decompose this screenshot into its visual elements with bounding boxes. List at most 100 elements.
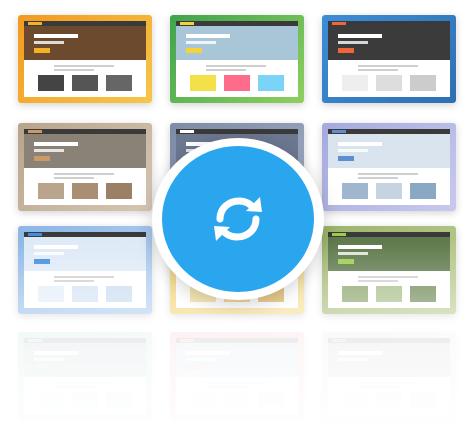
sync-button[interactable]	[162, 146, 314, 292]
preview-text-line	[358, 386, 398, 388]
preview-hero-t1	[34, 142, 78, 146]
preview-hero-cta	[34, 365, 50, 370]
preview-hero-t1	[186, 34, 230, 38]
template-thumbnail-4[interactable]	[18, 123, 152, 211]
preview-text-line	[358, 69, 398, 71]
preview-hero-t1	[34, 351, 78, 355]
preview-feature-tile	[38, 392, 64, 408]
template-thumbnail-10[interactable]	[18, 332, 152, 420]
website-preview	[24, 129, 146, 205]
preview-feature-tile	[38, 286, 64, 302]
preview-feature-tile	[376, 392, 402, 408]
preview-feature-tile	[38, 75, 64, 91]
template-thumbnail-12[interactable]	[322, 332, 456, 420]
preview-logo	[28, 339, 42, 342]
preview-text-line	[206, 386, 246, 388]
preview-feature-tile	[38, 183, 64, 199]
preview-text-line	[358, 173, 418, 175]
preview-text-line	[358, 276, 418, 278]
preview-logo	[332, 339, 346, 342]
preview-hero	[328, 237, 450, 271]
preview-text-line	[358, 65, 418, 67]
sync-icon	[214, 197, 262, 241]
preview-text-line	[206, 382, 266, 384]
preview-feature-tile	[410, 392, 436, 408]
template-thumbnail-9[interactable]	[322, 226, 456, 314]
preview-text-line	[54, 173, 114, 175]
preview-hero-t2	[186, 358, 216, 361]
preview-feature-tile	[72, 286, 98, 302]
preview-feature-tile	[410, 183, 436, 199]
preview-text-line	[54, 386, 94, 388]
preview-feature-tile	[342, 75, 368, 91]
preview-feature-tile	[190, 392, 216, 408]
preview-feature-tile	[106, 392, 132, 408]
preview-hero	[24, 134, 146, 168]
preview-logo	[28, 22, 42, 25]
website-preview	[328, 21, 450, 97]
preview-hero	[176, 26, 298, 60]
preview-feature-tile	[342, 392, 368, 408]
preview-hero-t2	[338, 358, 368, 361]
preview-hero-t2	[34, 358, 64, 361]
preview-feature-tile	[106, 75, 132, 91]
preview-logo	[28, 233, 42, 236]
preview-hero	[328, 343, 450, 377]
preview-hero-t2	[34, 252, 64, 255]
template-thumbnail-1[interactable]	[18, 15, 152, 103]
preview-hero-cta	[338, 48, 354, 53]
preview-feature-tile	[72, 75, 98, 91]
preview-hero-cta	[186, 365, 202, 370]
preview-logo	[332, 130, 346, 133]
preview-hero-t2	[186, 41, 216, 44]
preview-logo	[28, 130, 42, 133]
preview-feature-tile	[342, 286, 368, 302]
preview-feature-tile	[342, 183, 368, 199]
preview-text-line	[54, 280, 94, 282]
preview-text-line	[54, 276, 114, 278]
preview-feature-tile	[410, 286, 436, 302]
preview-logo	[332, 22, 346, 25]
preview-hero	[24, 343, 146, 377]
website-preview	[24, 338, 146, 414]
preview-text-line	[54, 65, 114, 67]
preview-feature-tile	[376, 286, 402, 302]
preview-feature-tile	[106, 286, 132, 302]
website-preview	[328, 232, 450, 308]
preview-hero-t2	[338, 252, 368, 255]
preview-feature-tile	[72, 392, 98, 408]
preview-hero-t1	[338, 142, 382, 146]
preview-text-line	[358, 280, 398, 282]
preview-feature-tile	[190, 75, 216, 91]
preview-hero-t1	[34, 34, 78, 38]
preview-hero-cta	[338, 365, 354, 370]
preview-hero-t1	[338, 351, 382, 355]
template-thumbnail-6[interactable]	[322, 123, 456, 211]
website-preview	[24, 232, 146, 308]
preview-hero-t2	[34, 149, 64, 152]
preview-hero-t1	[338, 34, 382, 38]
template-thumbnail-11[interactable]	[170, 332, 304, 420]
preview-hero	[328, 26, 450, 60]
website-preview	[24, 21, 146, 97]
preview-hero	[24, 237, 146, 271]
preview-feature-tile	[258, 75, 284, 91]
preview-feature-tile	[72, 183, 98, 199]
preview-hero-t2	[338, 41, 368, 44]
template-thumbnail-7[interactable]	[18, 226, 152, 314]
preview-feature-tile	[410, 75, 436, 91]
preview-logo	[180, 22, 194, 25]
preview-text-line	[358, 177, 398, 179]
template-thumbnail-2[interactable]	[170, 15, 304, 103]
preview-feature-tile	[258, 392, 284, 408]
preview-hero-t2	[338, 149, 368, 152]
preview-hero-t1	[34, 245, 78, 249]
preview-hero-cta	[186, 48, 202, 53]
preview-text-line	[54, 177, 94, 179]
website-preview	[176, 21, 298, 97]
template-thumbnail-3[interactable]	[322, 15, 456, 103]
preview-hero	[328, 134, 450, 168]
preview-feature-tile	[224, 392, 250, 408]
preview-hero-cta	[34, 48, 50, 53]
preview-text-line	[54, 382, 114, 384]
